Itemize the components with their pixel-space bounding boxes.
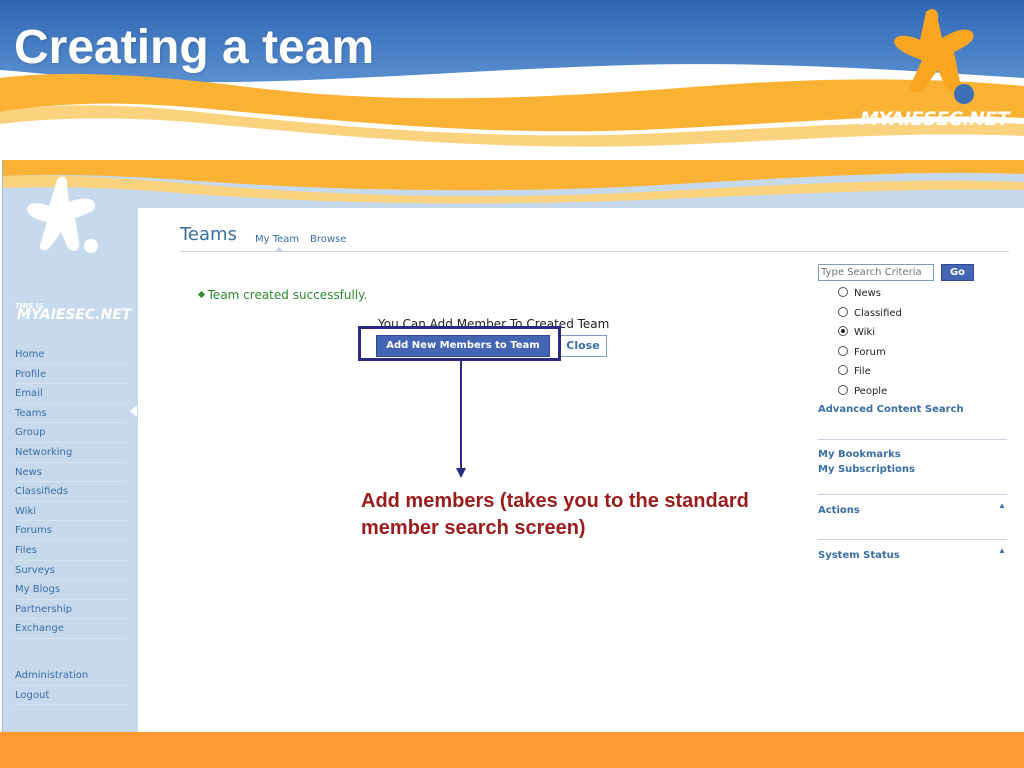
- system-status-section-header[interactable]: System Status: [818, 550, 900, 561]
- panel-divider: [818, 494, 1007, 495]
- collapse-caret-icon[interactable]: ▲: [998, 501, 1006, 510]
- sidebar-item-classifieds[interactable]: Classifieds: [15, 482, 127, 502]
- my-bookmarks-link[interactable]: My Bookmarks: [818, 449, 901, 460]
- mascot-figure: [894, 9, 974, 104]
- search-input[interactable]: [818, 264, 934, 281]
- panel-divider: [818, 439, 1007, 440]
- sidebar-nav: Home Profile Email Teams Group Networkin…: [15, 345, 127, 639]
- button-highlight-box: [358, 326, 561, 361]
- success-message-text: Team created successfully.: [207, 288, 368, 302]
- sidebar-item-partnership[interactable]: Partnership: [15, 600, 127, 620]
- panel-divider: [818, 539, 1007, 540]
- search-go-button[interactable]: Go: [941, 264, 974, 281]
- sidebar: THIS IS MYAIESEC.NET Home Profile Email …: [3, 176, 138, 732]
- radio-wiki-circle[interactable]: [838, 326, 848, 336]
- radio-news-label: News: [854, 288, 882, 299]
- sidebar-item-news[interactable]: News: [15, 463, 127, 483]
- radio-news-circle[interactable]: [838, 287, 848, 297]
- arrow-down-icon: [456, 468, 466, 478]
- app-screenshot: THIS IS MYAIESEC.NET Home Profile Email …: [2, 160, 1024, 732]
- sidebar-item-exchange[interactable]: Exchange: [15, 619, 127, 639]
- active-tab-indicator: [275, 247, 283, 251]
- tab-my-team[interactable]: My Team: [255, 234, 299, 245]
- main-content: Teams My Team Browse Team created succes…: [138, 208, 1024, 732]
- advanced-search-link[interactable]: Advanced Content Search: [818, 404, 964, 415]
- my-subscriptions-link[interactable]: My Subscriptions: [818, 464, 915, 475]
- sidebar-item-administration[interactable]: Administration: [15, 666, 127, 686]
- radio-forum-circle[interactable]: [838, 346, 848, 356]
- sidebar-admin-nav: Administration Logout: [15, 666, 127, 706]
- sidebar-item-my-blogs[interactable]: My Blogs: [15, 580, 127, 600]
- sidebar-item-wiki[interactable]: Wiki: [15, 502, 127, 522]
- radio-classified-circle[interactable]: [838, 307, 848, 317]
- sidebar-item-forums[interactable]: Forums: [15, 521, 127, 541]
- sidebar-item-networking[interactable]: Networking: [15, 443, 127, 463]
- sidebar-brand-logo: THIS IS MYAIESEC.NET: [15, 302, 132, 323]
- radio-file-label: File: [854, 366, 871, 377]
- slide-title: Creating a team: [14, 21, 375, 74]
- radio-file-circle[interactable]: [838, 365, 848, 375]
- sidebar-mascot-figure: [27, 176, 98, 253]
- app-header-waves: [3, 160, 1024, 208]
- tab-browse[interactable]: Browse: [310, 234, 346, 245]
- collapse-caret-icon[interactable]: ▲: [998, 546, 1006, 555]
- radio-wiki-label: Wiki: [854, 327, 876, 338]
- sidebar-item-teams[interactable]: Teams: [15, 404, 127, 424]
- slide-footer-bar: [0, 732, 1024, 768]
- radio-people-label: People: [854, 386, 888, 397]
- actions-section-header[interactable]: Actions: [818, 505, 860, 516]
- radio-people-circle[interactable]: [838, 385, 848, 395]
- close-button[interactable]: Close: [559, 335, 607, 357]
- sidebar-item-logout[interactable]: Logout: [15, 686, 127, 706]
- sidebar-item-profile[interactable]: Profile: [15, 365, 127, 385]
- page-title: Teams: [180, 224, 237, 245]
- active-nav-pointer: [130, 405, 137, 417]
- header-brand-logo: MYAIESEC.NET: [860, 108, 1010, 130]
- sidebar-item-home[interactable]: Home: [15, 345, 127, 365]
- radio-classified-label: Classified: [854, 308, 902, 319]
- title-divider: [180, 251, 1009, 252]
- annotation-arrow-line: [460, 361, 462, 469]
- radio-forum-label: Forum: [854, 347, 886, 358]
- sidebar-logo-text: MYAIESEC.NET: [17, 307, 132, 323]
- slide-header-banner: Creating a team MYAIESEC.NET: [0, 0, 1024, 160]
- sidebar-item-group[interactable]: Group: [15, 423, 127, 443]
- sidebar-item-email[interactable]: Email: [15, 384, 127, 404]
- sidebar-item-surveys[interactable]: Surveys: [15, 561, 127, 581]
- success-message: Team created successfully.: [200, 288, 368, 302]
- annotation-text: Add members (takes you to the standard m…: [361, 490, 749, 539]
- sidebar-item-files[interactable]: Files: [15, 541, 127, 561]
